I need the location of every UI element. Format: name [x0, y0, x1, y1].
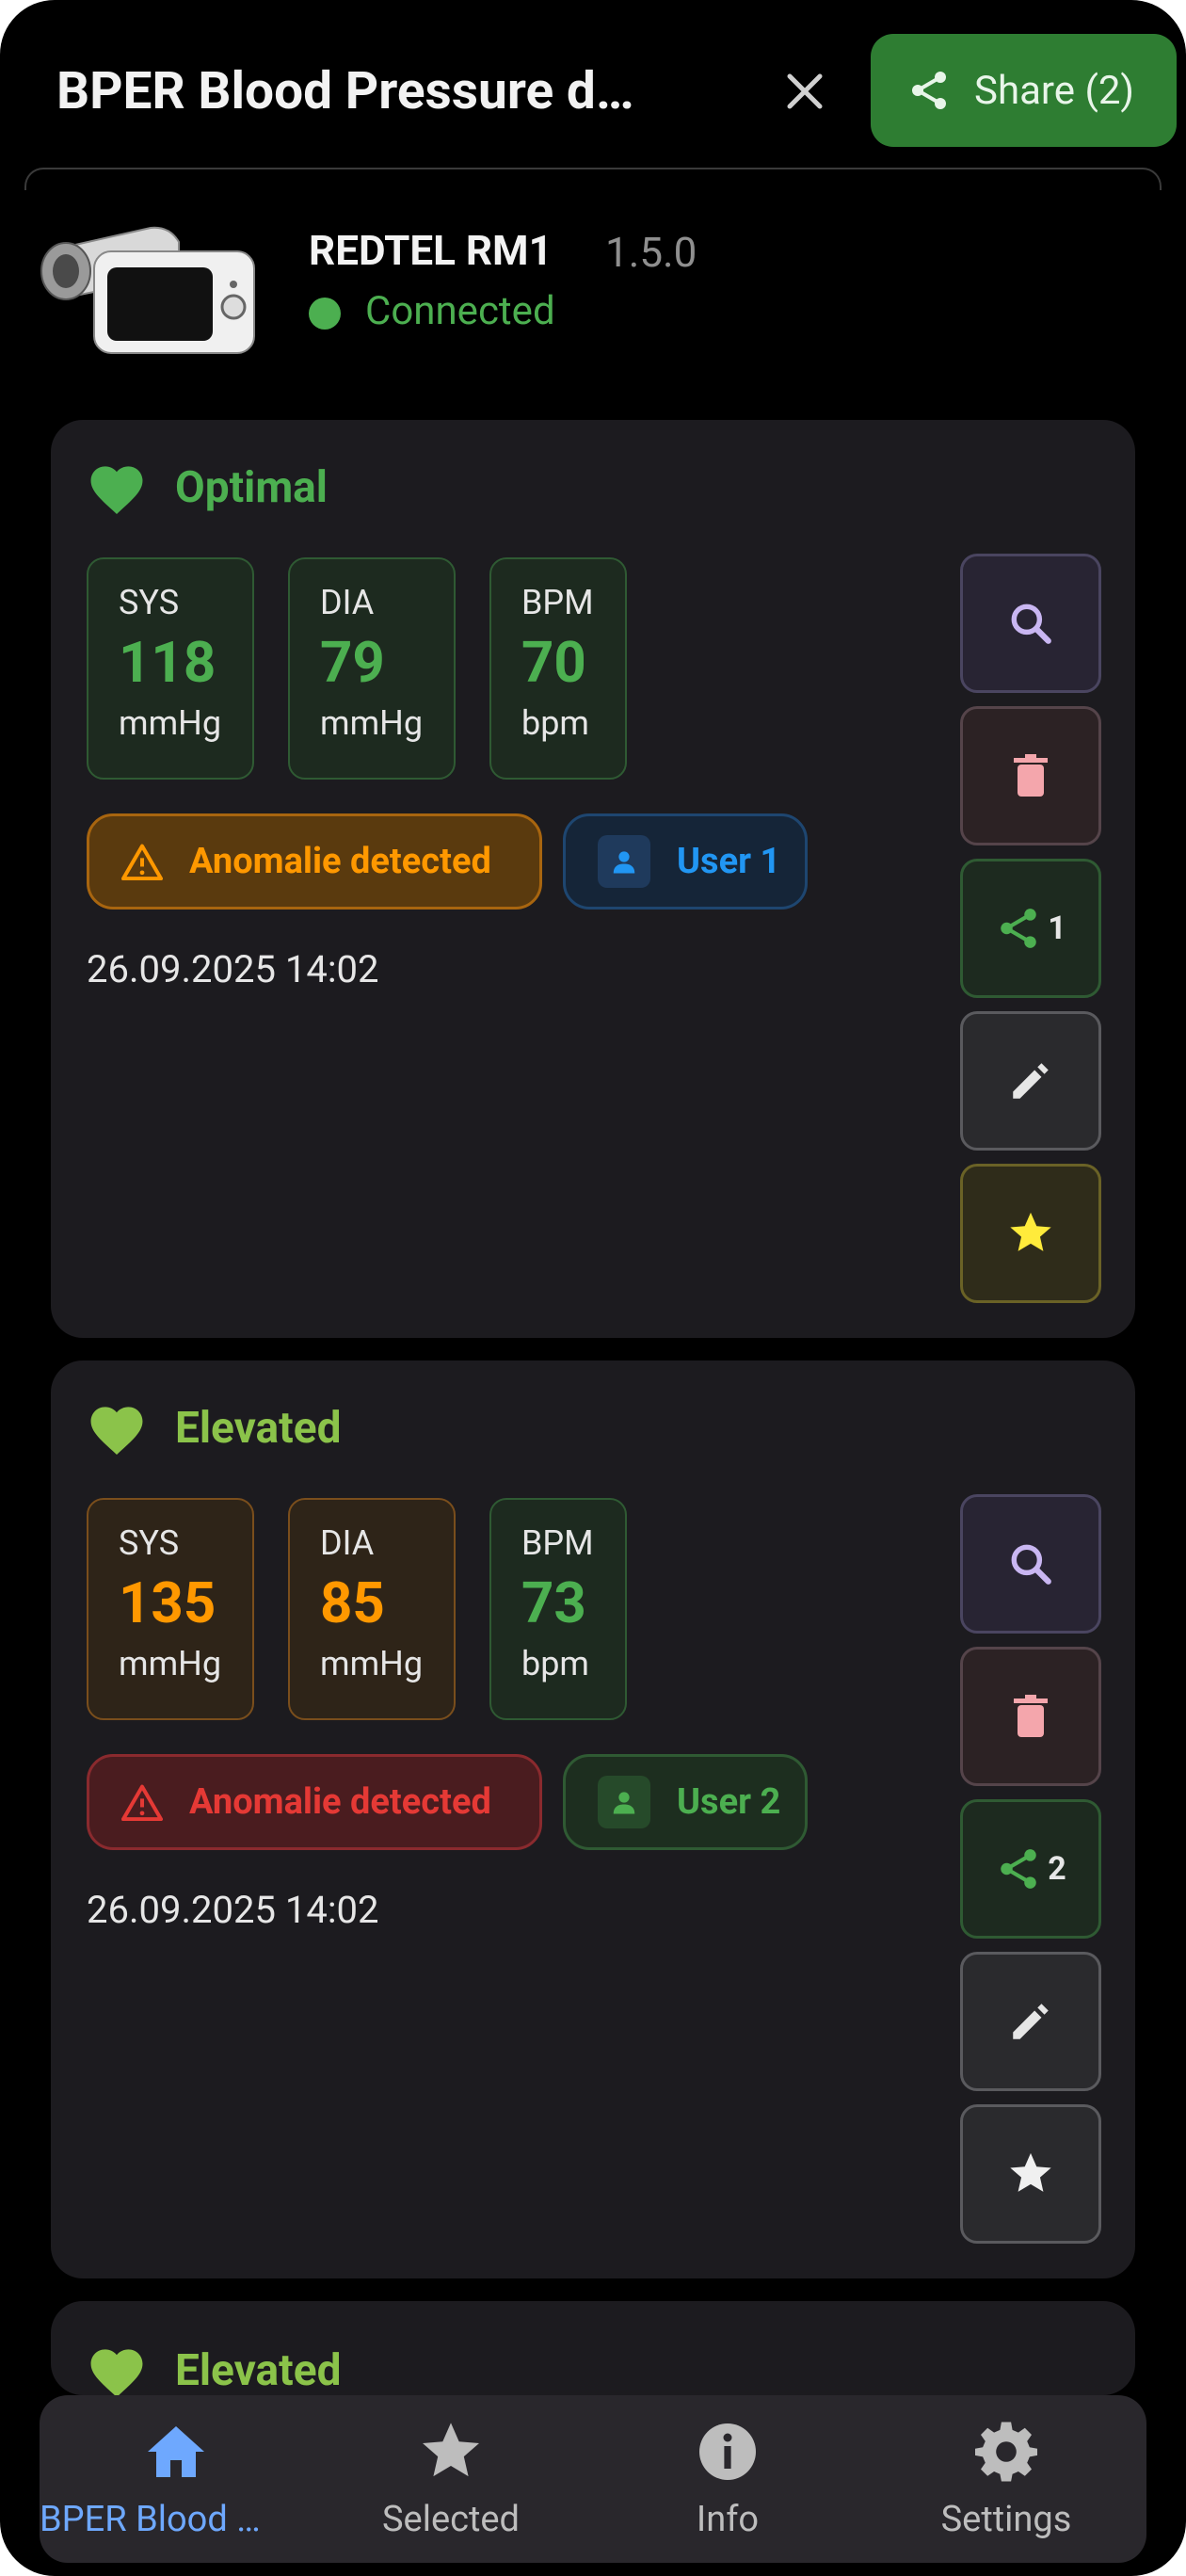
reading-card[interactable]: Elevated SYS 135 mmHg DIA 85 mmHg BPM 73…: [51, 1360, 1135, 2278]
reading-card[interactable]: Elevated: [51, 2301, 1135, 2395]
close-icon: [787, 73, 823, 109]
dia-tile: DIA 79 mmHg: [288, 557, 456, 780]
bpm-label: BPM: [521, 583, 594, 622]
sys-value: 135: [119, 1570, 216, 1636]
star-icon: [423, 2423, 479, 2477]
app-bar: BPER Blood Pressure d… Share (2): [0, 0, 1186, 169]
dia-unit: mmHg: [320, 1644, 424, 1683]
sys-label: SYS: [119, 1523, 180, 1563]
details-button[interactable]: [960, 554, 1101, 693]
dia-value: 79: [320, 629, 385, 696]
nav-item-home[interactable]: BPER Blood …: [40, 2395, 313, 2563]
reading-datetime: 26.09.2025 14:02: [87, 947, 379, 991]
info-icon: [699, 2423, 756, 2480]
sys-unit: mmHg: [119, 703, 222, 743]
edit-button[interactable]: [960, 1952, 1101, 2091]
bpm-value: 70: [521, 629, 586, 696]
sys-tile: SYS 135 mmHg: [87, 1498, 254, 1720]
sys-tile: SYS 118 mmHg: [87, 557, 254, 780]
nav-item-settings[interactable]: Settings: [866, 2395, 1146, 2563]
share-button-label: Share (2): [974, 67, 1135, 114]
heart-icon: [90, 1407, 143, 1455]
edit-button[interactable]: [960, 1011, 1101, 1151]
dia-tile: DIA 85 mmHg: [288, 1498, 456, 1720]
user-label: User 1: [677, 841, 781, 882]
anomaly-badge: Anomalie detected: [87, 1754, 542, 1850]
dia-label: DIA: [320, 583, 375, 622]
search-icon: [1011, 604, 1051, 644]
sys-unit: mmHg: [119, 1644, 222, 1683]
dia-label: DIA: [320, 1523, 375, 1563]
reading-datetime: 26.09.2025 14:02: [87, 1888, 379, 1932]
person-icon: [598, 1776, 650, 1828]
bpm-tile: BPM 73 bpm: [489, 1498, 627, 1720]
share-icon: [1001, 909, 1036, 948]
dia-unit: mmHg: [320, 703, 424, 743]
nav-label-selected: Selected: [381, 2499, 520, 2540]
search-icon: [1011, 1544, 1051, 1585]
pencil-icon: [1013, 1063, 1049, 1099]
anomaly-badge: Anomalie detected: [87, 813, 542, 910]
header-divider: [24, 168, 1162, 190]
bpm-value: 73: [521, 1570, 586, 1636]
bpm-tile: BPM 70 bpm: [489, 557, 627, 780]
heart-icon: [90, 466, 143, 514]
favorite-button[interactable]: [960, 1164, 1101, 1303]
bp-category: Optimal: [175, 462, 328, 513]
star-icon: [1010, 1212, 1051, 1251]
dia-value: 85: [320, 1570, 385, 1636]
nav-label-info: Info: [696, 2499, 760, 2540]
nav-label-home: BPER Blood …: [40, 2499, 261, 2540]
user-label: User 2: [677, 1781, 781, 1823]
share-button[interactable]: Share (2): [871, 34, 1177, 147]
bottom-navigation: BPER Blood … Selected Info Settings: [40, 2395, 1146, 2563]
share-count: 1: [1048, 910, 1066, 947]
heart-icon: [90, 2349, 143, 2395]
nav-item-selected[interactable]: Selected: [313, 2395, 589, 2563]
blood-pressure-monitor-image: [40, 226, 255, 354]
anomaly-label: Anomalie detected: [189, 1781, 491, 1823]
gear-icon: [975, 2422, 1037, 2482]
warning-icon: [121, 1784, 163, 1821]
user-chip[interactable]: User 2: [563, 1754, 808, 1850]
close-button[interactable]: [781, 64, 828, 119]
sys-value: 118: [119, 629, 216, 696]
reading-card[interactable]: Optimal SYS 118 mmHg DIA 79 mmHg BPM 70 …: [51, 420, 1135, 1338]
trash-icon: [1014, 1695, 1048, 1737]
nav-label-settings: Settings: [940, 2499, 1072, 2540]
bp-category: Elevated: [175, 1403, 342, 1454]
delete-button[interactable]: [960, 1647, 1101, 1786]
share-reading-button[interactable]: 1: [960, 859, 1101, 998]
favorite-button[interactable]: [960, 2104, 1101, 2244]
share-icon: [1001, 1849, 1036, 1889]
page-title: BPER Blood Pressure d…: [56, 61, 634, 121]
star-icon: [1010, 2152, 1051, 2192]
bpm-unit: bpm: [521, 1644, 589, 1683]
device-version: 1.5.0: [605, 228, 697, 277]
connection-status-dot: [309, 298, 341, 330]
sys-label: SYS: [119, 583, 180, 622]
nav-item-info[interactable]: Info: [589, 2395, 866, 2563]
share-count: 2: [1048, 1850, 1066, 1888]
bpm-label: BPM: [521, 1523, 594, 1563]
device-name: REDTEL RM1: [309, 226, 553, 275]
home-icon: [148, 2426, 204, 2477]
person-icon: [598, 835, 650, 888]
pencil-icon: [1013, 2004, 1049, 2039]
share-icon: [912, 72, 946, 109]
bp-category: Elevated: [175, 2345, 342, 2395]
anomaly-label: Anomalie detected: [189, 841, 491, 882]
connection-status: Connected: [365, 288, 555, 334]
app-screen: BPER Blood Pressure d… Share (2) REDTEL …: [0, 0, 1186, 2576]
user-chip[interactable]: User 1: [563, 813, 808, 910]
details-button[interactable]: [960, 1494, 1101, 1634]
trash-icon: [1014, 754, 1048, 797]
bpm-unit: bpm: [521, 703, 589, 743]
warning-icon: [121, 844, 163, 880]
delete-button[interactable]: [960, 706, 1101, 845]
share-reading-button[interactable]: 2: [960, 1799, 1101, 1939]
